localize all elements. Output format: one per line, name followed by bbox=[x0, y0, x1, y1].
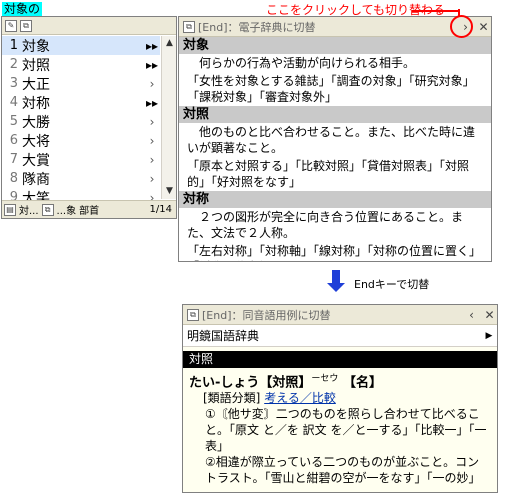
list-item[interactable]: 7 大賞 › bbox=[2, 150, 160, 169]
footer-item-3[interactable]: 部首 bbox=[79, 202, 99, 217]
chevron-right-icon[interactable]: › bbox=[144, 77, 160, 91]
list-item[interactable]: 5 大勝 › bbox=[2, 112, 160, 131]
list-footer: ▤ 対... ⧉ ...象 部首 1/14 bbox=[2, 200, 176, 218]
headword: たい‐しょう【対照】ーセウ 【名】 bbox=[183, 368, 497, 390]
list-item-number: 3 bbox=[9, 76, 18, 91]
part-of-speech: 【名】 bbox=[342, 375, 382, 391]
list-toolbar: ✎ ⧉ bbox=[2, 17, 176, 35]
entry-heading: 対象 bbox=[179, 37, 491, 54]
chevron-right-icon[interactable]: ▸▸ bbox=[144, 39, 160, 53]
list-item-word: 大賞 bbox=[22, 152, 50, 169]
list-item[interactable]: 4 対称 ▸▸ bbox=[2, 93, 160, 112]
entry-text: 「女性を対象とする雑誌」「調査の対象」「研究対象」「課税対象」「審査対象外」 bbox=[187, 74, 475, 104]
copy-icon[interactable]: ⧉ bbox=[183, 20, 195, 33]
close-icon[interactable]: ✕ bbox=[482, 307, 497, 323]
scroll-down-icon[interactable]: ▼ bbox=[162, 184, 177, 199]
chevron-right-icon[interactable]: › bbox=[144, 134, 160, 148]
copy-icon[interactable]: ⧉ bbox=[187, 308, 199, 321]
list-item-word: 対象 bbox=[22, 38, 50, 55]
entry-text: 他のものと比べ合わせること。また、比べた時に違いが顕著なこと。 bbox=[187, 125, 476, 155]
chevron-right-icon[interactable]: › bbox=[144, 115, 160, 129]
annotation-line bbox=[412, 10, 460, 12]
pin-icon[interactable]: ✎ bbox=[5, 19, 17, 32]
down-arrow-head bbox=[327, 283, 345, 292]
ruigo-link[interactable]: 考える／比較 bbox=[264, 391, 336, 405]
ruigo-line: [類語分類] 考える／比較 bbox=[183, 390, 497, 406]
list-item-word: 隊商 bbox=[22, 171, 50, 188]
close-icon[interactable]: ✕ bbox=[476, 19, 491, 35]
chevron-right-icon[interactable]: › bbox=[144, 172, 160, 186]
headword-reading: ーセウ bbox=[311, 374, 339, 384]
dictionary-titlebar-2: ⧉ [End]：同音語用例に切替 ‹ ✕ bbox=[183, 305, 497, 325]
entry-text: 「左右対称」「対称軸」「線対称」「対称の位置に置く」「対称の代名詞」 bbox=[187, 244, 476, 261]
list-item[interactable]: 2 対照 ▸▸ bbox=[2, 55, 160, 74]
list-item-number: 2 bbox=[9, 57, 18, 72]
list-item-word: 大勝 bbox=[22, 114, 50, 131]
dictionary-content: 対象何らかの行為や活動が向けられる相手。「女性を対象とする雑誌」「調査の対象」「… bbox=[179, 37, 491, 261]
chevron-right-icon[interactable]: ▸▸ bbox=[144, 58, 160, 72]
entry-heading: 対照 bbox=[179, 106, 491, 123]
scroll-up-icon[interactable]: ▲ bbox=[162, 36, 177, 51]
switch-prev-icon[interactable]: ‹ bbox=[464, 307, 479, 323]
list-item[interactable]: 8 隊商 › bbox=[2, 169, 160, 188]
list-item-number: 7 bbox=[9, 152, 18, 167]
dictionary-title: [End]：電子辞典に切替 bbox=[198, 20, 316, 34]
list-item-number: 6 bbox=[9, 133, 18, 148]
entry-heading: 対照 bbox=[183, 351, 497, 368]
list-item-word: 大正 bbox=[22, 76, 50, 93]
footer-item-2[interactable]: ...象 bbox=[57, 202, 77, 217]
candidate-list-panel: ✎ ⧉ 1 対象 ▸▸ 2 対照 ▸▸ 3 大正 › 4 対称 ▸▸ 5 大勝 › 6 大将 › 7 大賞 › 8 隊商 › 9… bbox=[1, 16, 177, 219]
down-arrow-icon bbox=[332, 270, 340, 284]
annotation-circle bbox=[450, 15, 473, 38]
entry-heading: 対称 bbox=[179, 191, 491, 208]
candidate-list: 1 対象 ▸▸ 2 対照 ▸▸ 3 大正 › 4 対称 ▸▸ 5 大勝 › 6 大将 › 7 大賞 › 8 隊商 › 9 大笑 › bbox=[2, 36, 160, 207]
paste-icon[interactable]: ⧉ bbox=[41, 203, 54, 216]
list-item-number: 4 bbox=[9, 95, 18, 110]
list-item-word: 対称 bbox=[22, 95, 50, 112]
dictionary-panel: ⧉ [End]：電子辞典に切替 › ✕ 対象何らかの行為や活動が向けられる相手。… bbox=[178, 16, 492, 262]
list-item-word: 大将 bbox=[22, 133, 50, 150]
footer-item-1[interactable]: 対... bbox=[19, 202, 39, 217]
page-icon[interactable]: ▤ bbox=[4, 203, 16, 216]
page-indicator: 1/14 bbox=[149, 204, 172, 215]
list-item-number: 8 bbox=[9, 171, 18, 186]
definition-2: ②相違が際立っている二つのものが並ぶこと。コントラスト。「雪山と紺碧の空が一をな… bbox=[205, 455, 481, 486]
entry-text: ２つの図形が完全に向き合う位置にあること。また、文法で２人称。 bbox=[187, 210, 464, 240]
ruigo-label: [類語分類] bbox=[203, 391, 261, 406]
dictionary-name: 明鏡国語辞典 bbox=[187, 329, 260, 343]
dictionary-selector[interactable]: 明鏡国語辞典 ▶ bbox=[183, 325, 497, 347]
list-item[interactable]: 3 大正 › bbox=[2, 74, 160, 93]
chevron-right-icon[interactable]: ▸▸ bbox=[144, 96, 160, 110]
dictionary-titlebar: ⧉ [End]：電子辞典に切替 › ✕ bbox=[179, 17, 491, 37]
list-item[interactable]: 6 大将 › bbox=[2, 131, 160, 150]
list-item[interactable]: 1 対象 ▸▸ bbox=[2, 36, 160, 55]
chevron-right-icon[interactable]: ▶ bbox=[481, 331, 497, 341]
query-text: 対象の bbox=[2, 2, 43, 16]
arrow-label: Endキーで切替 bbox=[354, 278, 430, 291]
list-item-word: 対照 bbox=[22, 57, 50, 74]
dictionary-title-2: [End]：同音語用例に切替 bbox=[202, 308, 331, 322]
list-item-number: 1 bbox=[9, 38, 18, 53]
chevron-right-icon[interactable]: › bbox=[144, 153, 160, 167]
copy-icon[interactable]: ⧉ bbox=[20, 19, 32, 32]
definition-1: ①〘他サ変〙二つのものを照らし合わせて比べること。「原文 と／を 訳文 を／と一… bbox=[205, 407, 487, 454]
entry-text: 「原本と対照する」「比較対照」「貸借対照表」「対照的」「好対照をなす」 bbox=[187, 159, 470, 189]
list-scrollbar[interactable]: ▲ ▼ bbox=[161, 36, 176, 199]
headword-text: たい‐しょう【対照】 bbox=[189, 375, 312, 391]
list-item-number: 5 bbox=[9, 114, 18, 129]
entry-text: 何らかの行為や活動が向けられる相手。 bbox=[199, 56, 416, 70]
dictionary-panel-switched: ⧉ [End]：同音語用例に切替 ‹ ✕ 明鏡国語辞典 ▶ 対照 たい‐しょう【… bbox=[182, 304, 498, 493]
